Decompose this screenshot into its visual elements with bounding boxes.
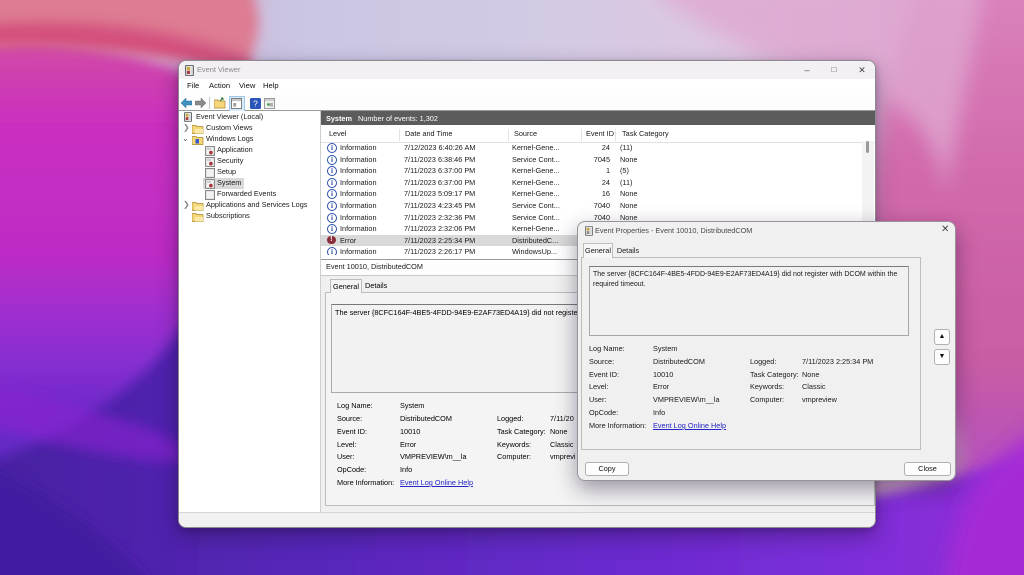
svg-text:?: ? bbox=[253, 98, 258, 108]
